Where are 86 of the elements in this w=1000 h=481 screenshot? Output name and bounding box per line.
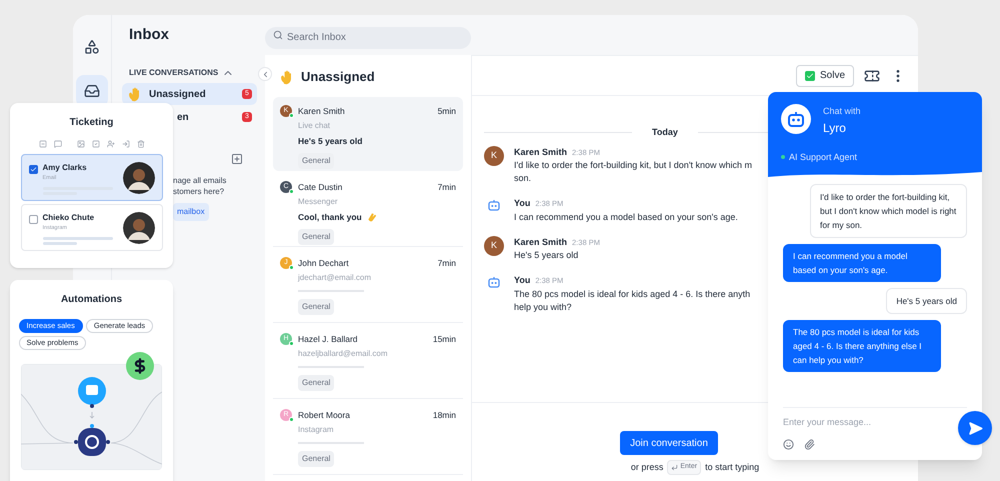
collapse-sidebar-button[interactable] — [258, 67, 272, 81]
author-name: Karen Smith — [514, 236, 568, 248]
contact-name: Karen Smith — [298, 105, 346, 118]
time-label: 7min — [438, 181, 456, 194]
ticket-name: Chieko Chute — [42, 212, 96, 224]
collapse-icon[interactable] — [38, 140, 46, 148]
contact-name: Cate Dustin — [298, 181, 344, 194]
user-message: He's 5 years old — [886, 288, 967, 314]
bot-avatar — [781, 104, 811, 134]
channel-label: jdechart@email.com — [296, 272, 372, 284]
ticket-checkbox[interactable] — [28, 215, 38, 224]
page-title: Inbox — [129, 26, 169, 43]
move-icon[interactable] — [122, 140, 130, 148]
robot-icon — [488, 199, 500, 211]
message-text: He's 5 years old — [514, 249, 580, 262]
sidebar-item-label: Unassigned — [149, 88, 207, 102]
robot-icon — [488, 276, 500, 288]
add-mailbox-icon[interactable] — [231, 153, 243, 165]
search-field[interactable]: Search Inbox — [265, 26, 471, 48]
return-icon — [671, 464, 678, 471]
solve-button[interactable]: Solve — [796, 64, 854, 86]
shapes-icon — [84, 39, 100, 55]
avatar — [122, 162, 154, 194]
check-icon[interactable] — [92, 140, 100, 148]
tag: General — [298, 374, 334, 391]
ticket-icon[interactable] — [864, 68, 880, 84]
message-preview: Cool, thank you — [298, 210, 362, 224]
ticket-checkbox[interactable] — [28, 165, 38, 174]
contact-name: John Dechart — [298, 257, 350, 270]
attach-icon[interactable] — [804, 439, 815, 450]
card-title: Automations — [60, 293, 122, 307]
emoji-icon[interactable] — [783, 439, 794, 450]
tag: General — [298, 450, 334, 467]
hint-text: to start typing — [705, 460, 760, 474]
comment-icon[interactable] — [54, 140, 62, 148]
image-icon[interactable] — [76, 140, 84, 148]
contact-name: Hazel J. Ballard — [298, 333, 359, 346]
ticket-name: Amy Clarks — [42, 162, 88, 174]
tag: General — [298, 228, 334, 244]
message-input[interactable]: Enter your message... — [783, 416, 933, 429]
avatar — [122, 212, 154, 244]
author-name: You — [514, 274, 530, 287]
channel-label: Messenger — [297, 196, 339, 208]
bot-message: I can recommend you a model based on your son's age. — [783, 244, 941, 282]
channel-label: hazeljballard@email.com — [297, 348, 388, 360]
search-icon — [273, 30, 283, 40]
author-name: You — [514, 197, 530, 210]
message-text: I'd like to order the fort-building kit, but I don't know which m — [514, 159, 752, 172]
message-text: The 80 pcs model is ideal for kids aged 4 - 6. Is there anyth — [514, 288, 750, 300]
date-separator: Today — [652, 126, 678, 139]
delete-icon[interactable] — [136, 140, 144, 148]
status-label: AI Support Agent — [789, 150, 858, 164]
user-message: I'd like to order the fort-building kit, but I don't know which model is right for my son. — [810, 184, 967, 238]
channel-label: Live chat — [297, 120, 332, 132]
section-heading: LIVE CONVERSATIONS — [129, 67, 218, 79]
contact-name: Robert Moora — [298, 409, 351, 422]
channel-label: Instagram — [297, 424, 335, 436]
time-label: 15min — [432, 333, 456, 346]
message-text: son. — [514, 172, 532, 185]
dollar-icon — [126, 352, 154, 380]
message-text: I can recommend you a model based on your son's age. — [514, 210, 738, 224]
mailbox-button[interactable]: mailbox — [173, 203, 209, 221]
card-title: Ticketing — [70, 116, 114, 130]
bot-message: The 80 pcs model is ideal for kids aged 4 - 6. Is there anything else I can help you with? — [783, 320, 941, 372]
add-user-icon[interactable] — [106, 140, 114, 148]
message-text: help you with? — [514, 300, 573, 314]
customer-avatar: K — [484, 146, 504, 166]
time-label: 18min — [432, 409, 456, 422]
list-title: Unassigned — [301, 68, 375, 86]
message-preview: He's 5 years old — [298, 134, 362, 148]
send-icon — [968, 420, 982, 436]
tag: General — [298, 298, 334, 315]
widget-title: Lyro — [823, 120, 847, 136]
widget-caption: Chat with — [823, 105, 861, 118]
sidebar-item-label: en — [177, 110, 190, 124]
join-conversation-button[interactable]: Join conversation — [620, 431, 718, 455]
hint-text: or press — [630, 460, 664, 474]
inbox-icon — [84, 83, 100, 99]
time-label: 7min — [438, 257, 456, 270]
check-icon — [804, 70, 815, 80]
author-name: Karen Smith — [514, 146, 568, 158]
tag: General — [298, 152, 334, 168]
time-label: 5min — [438, 105, 456, 118]
promo-text: nage all emails — [173, 175, 228, 186]
customer-avatar: K — [484, 236, 504, 256]
promo-text: stomers here? — [173, 186, 226, 197]
